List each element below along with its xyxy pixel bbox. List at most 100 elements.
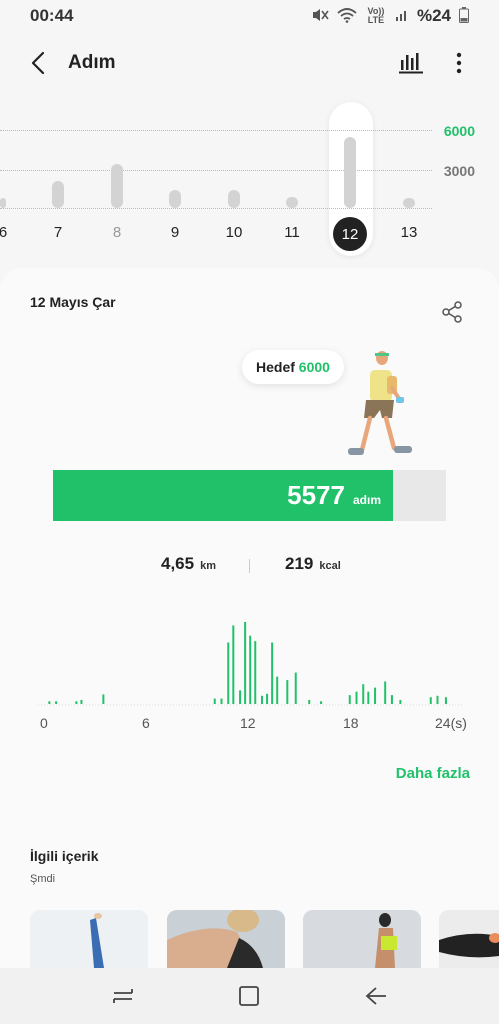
stats-divider bbox=[249, 559, 250, 573]
hourly-bar-20 bbox=[320, 701, 323, 704]
hourly-bar-23 bbox=[362, 684, 365, 704]
mid-line bbox=[0, 170, 432, 171]
distance-unit: km bbox=[200, 560, 216, 572]
weekly-steps-chart: 6000 3000 6 7 8 9 10 11 12 13 bbox=[0, 100, 499, 260]
hourly-bar-14 bbox=[266, 693, 269, 704]
day-bar-13[interactable] bbox=[403, 198, 415, 208]
share-button[interactable] bbox=[438, 298, 466, 326]
hourly-bar-12 bbox=[254, 641, 257, 704]
day-bar-6[interactable] bbox=[0, 197, 6, 208]
page-title: Adım bbox=[68, 52, 116, 73]
hourly-bar-3 bbox=[80, 699, 83, 704]
calories-stat: 219 kcal bbox=[285, 554, 341, 574]
hourly-bar-9 bbox=[239, 690, 242, 704]
hourly-bar-31 bbox=[444, 697, 447, 704]
hourly-bar-8 bbox=[232, 625, 235, 704]
network-label: Vo)) LTE bbox=[367, 6, 385, 25]
related-content-title: İlgili içerik bbox=[30, 848, 99, 864]
goal-bubble: Hedef 6000 bbox=[242, 350, 344, 384]
yoga-thumbnail[interactable] bbox=[30, 910, 148, 968]
hourly-bars bbox=[38, 622, 462, 706]
back-icon bbox=[365, 987, 386, 1005]
hourly-bar-0 bbox=[48, 701, 51, 704]
goal-value: 6000 bbox=[298, 359, 330, 375]
x-tick-24: 24(s) bbox=[435, 715, 467, 731]
hourly-bar-15 bbox=[271, 642, 274, 704]
arm-stretch-thumbnail[interactable] bbox=[167, 910, 285, 968]
daily-progress-track: 5577 adım bbox=[53, 470, 446, 521]
back-button[interactable] bbox=[20, 45, 56, 81]
hourly-bar-7 bbox=[227, 642, 230, 704]
hourly-bar-30 bbox=[436, 695, 439, 704]
base-line bbox=[0, 208, 432, 209]
mute-icon bbox=[311, 7, 329, 26]
day-bar-12[interactable] bbox=[344, 137, 356, 208]
back-arrow-icon bbox=[31, 51, 45, 75]
day-bar-10[interactable] bbox=[228, 190, 240, 208]
hourly-bar-10 bbox=[244, 622, 247, 704]
day-label-6[interactable]: 6 bbox=[0, 224, 18, 241]
day-label-7[interactable]: 7 bbox=[43, 224, 73, 241]
hourly-bar-29 bbox=[429, 697, 432, 704]
day-label-11[interactable]: 11 bbox=[277, 224, 307, 241]
hourly-bar-28 bbox=[399, 699, 402, 704]
x-tick-12: 12 bbox=[240, 715, 256, 731]
steps-unit: adım bbox=[352, 492, 381, 507]
hourly-bar-25 bbox=[374, 687, 377, 704]
day-label-9[interactable]: 9 bbox=[160, 224, 190, 241]
hourly-bar-18 bbox=[294, 672, 297, 704]
more-details-link[interactable]: Daha fazla bbox=[396, 765, 470, 782]
hourly-bar-26 bbox=[384, 681, 387, 704]
battery-percent: %24 bbox=[416, 6, 451, 25]
daily-summary-card: 12 Mayıs Çar Hedef 6000 5577 adım 4,65 k… bbox=[0, 268, 499, 968]
share-icon bbox=[442, 301, 462, 323]
trends-button[interactable] bbox=[391, 43, 431, 83]
goal-prefix: Hedef bbox=[256, 359, 295, 375]
nav-back-button[interactable] bbox=[356, 976, 396, 1016]
hourly-bar-5 bbox=[213, 698, 216, 704]
x-tick-18: 18 bbox=[343, 715, 359, 731]
bar-chart-icon bbox=[399, 53, 423, 74]
day-label-8[interactable]: 8 bbox=[102, 224, 132, 241]
app-bar: Adım bbox=[0, 38, 499, 88]
hourly-bar-27 bbox=[390, 695, 393, 704]
goal-line-label: 6000 bbox=[443, 123, 475, 139]
side-stretch-thumbnail[interactable] bbox=[303, 910, 421, 968]
hourly-bar-4 bbox=[102, 694, 105, 704]
x-tick-0: 0 bbox=[40, 715, 48, 731]
status-time: 00:44 bbox=[30, 6, 74, 25]
home-icon bbox=[239, 986, 260, 1006]
hourly-bar-6 bbox=[220, 698, 223, 704]
mid-line-label: 3000 bbox=[443, 163, 475, 179]
stats-row: 4,65 km 219 kcal bbox=[0, 554, 499, 578]
signal-icon bbox=[395, 8, 409, 25]
recents-button[interactable] bbox=[103, 976, 143, 1016]
day-label-10[interactable]: 10 bbox=[219, 224, 249, 241]
hourly-bar-21 bbox=[348, 695, 351, 704]
calories-unit: kcal bbox=[319, 560, 341, 572]
day-bar-8[interactable] bbox=[111, 163, 123, 208]
selected-day-label[interactable]: 12 bbox=[333, 217, 367, 251]
daily-progress-fill: 5577 adım bbox=[53, 470, 393, 521]
calories-value: 219 bbox=[285, 554, 314, 573]
hourly-bar-22 bbox=[355, 691, 358, 704]
status-icons: Vo)) LTE %24 bbox=[311, 6, 469, 26]
more-vert-icon bbox=[456, 52, 462, 74]
wifi-icon bbox=[337, 7, 357, 26]
day-bar-9[interactable] bbox=[169, 190, 181, 208]
day-bar-11[interactable] bbox=[286, 196, 298, 208]
day-label-13[interactable]: 13 bbox=[394, 224, 424, 241]
status-bar: 00:44 Vo)) LTE %24 bbox=[0, 0, 499, 32]
related-content-subtitle: Şmdi bbox=[30, 873, 56, 885]
floor-exercise-thumbnail[interactable] bbox=[439, 910, 499, 968]
distance-value: 4,65 bbox=[161, 554, 195, 573]
home-button[interactable] bbox=[229, 976, 269, 1016]
hourly-steps-chart: 0 6 12 18 24(s) bbox=[30, 608, 470, 733]
goal-line bbox=[0, 130, 432, 131]
distance-stat: 4,65 km bbox=[161, 554, 216, 574]
walking-person-illustration bbox=[348, 351, 412, 455]
system-nav-bar bbox=[0, 968, 499, 1024]
hourly-bar-17 bbox=[286, 680, 289, 704]
more-options-button[interactable] bbox=[439, 43, 479, 83]
day-bar-7[interactable] bbox=[52, 181, 64, 208]
